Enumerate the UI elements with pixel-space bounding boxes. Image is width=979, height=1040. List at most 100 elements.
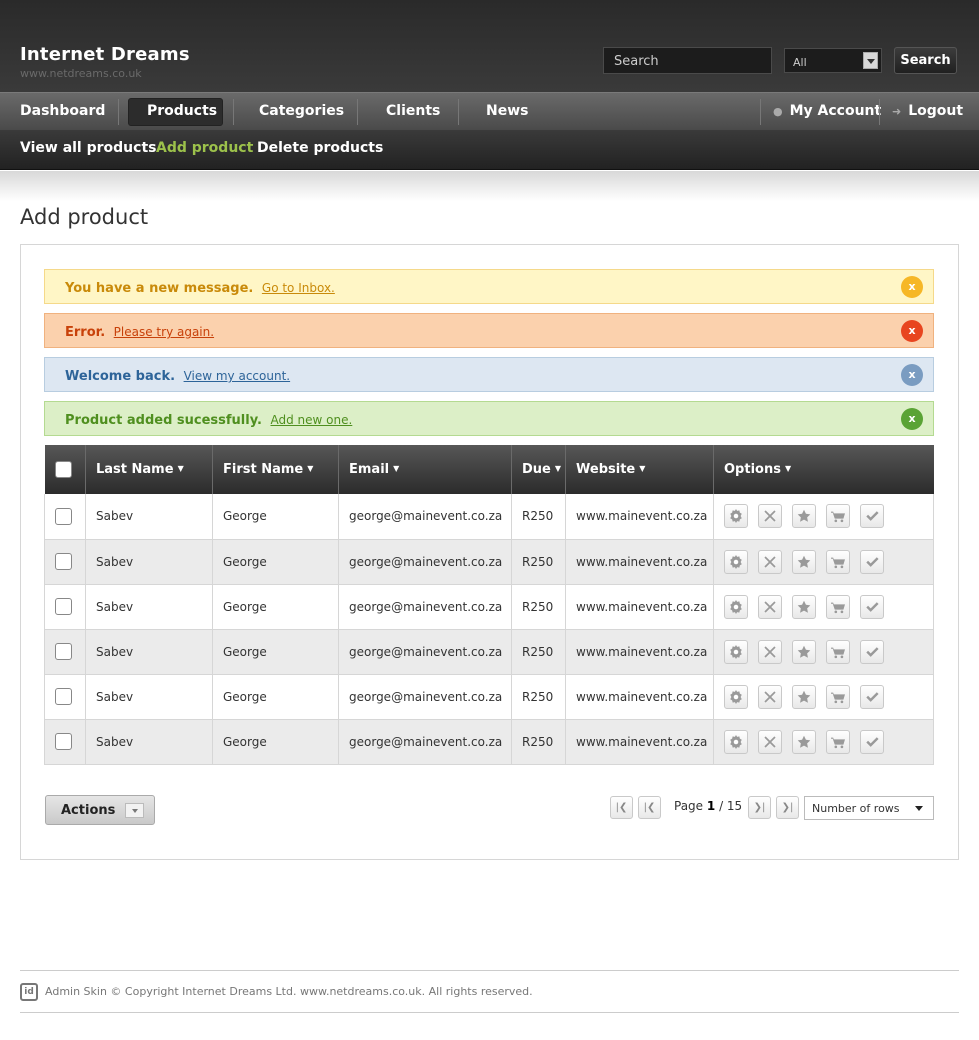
cell-first-name: George	[212, 584, 339, 630]
check-button[interactable]	[860, 549, 884, 574]
gear-button[interactable]	[724, 639, 748, 664]
subnav-add-product[interactable]: Add product	[156, 130, 253, 168]
last-page-icon: ❯|	[781, 802, 794, 813]
check-button[interactable]	[860, 504, 884, 529]
cell-website: www.mainevent.co.za	[565, 719, 714, 765]
rows-per-page-select[interactable]: Number of rows	[804, 796, 934, 820]
gear-button[interactable]	[724, 684, 748, 709]
cell-due: R250	[511, 719, 566, 765]
star-button[interactable]	[792, 684, 816, 709]
cell-email: george@mainevent.co.za	[338, 539, 512, 585]
check-button[interactable]	[860, 594, 884, 619]
cart-button[interactable]	[826, 504, 850, 529]
gear-button[interactable]	[724, 594, 748, 619]
column-website[interactable]: Website ▼	[565, 445, 714, 494]
column-email[interactable]: Email ▼	[338, 445, 512, 494]
delete-button[interactable]	[758, 729, 782, 754]
cell-email: george@mainevent.co.za	[338, 629, 512, 675]
close-icon[interactable]: x	[901, 276, 923, 298]
delete-button[interactable]	[758, 684, 782, 709]
next-page-button[interactable]: ❯|	[748, 796, 771, 819]
cell-last-name: Sabev	[85, 719, 213, 765]
subnav-view-all-products[interactable]: View all products	[20, 130, 156, 168]
check-button[interactable]	[860, 729, 884, 754]
cart-button[interactable]	[826, 684, 850, 709]
row-checkbox[interactable]	[55, 643, 72, 660]
check-button[interactable]	[860, 684, 884, 709]
cell-email: george@mainevent.co.za	[338, 494, 512, 540]
select-all-checkbox[interactable]	[54, 461, 72, 478]
star-button[interactable]	[792, 504, 816, 529]
search-scope-select[interactable]: All	[784, 48, 882, 73]
cell-due: R250	[511, 674, 566, 720]
cell-website: www.mainevent.co.za	[565, 674, 714, 720]
message-text: Welcome back.	[65, 369, 176, 384]
row-options	[724, 729, 933, 754]
gear-button[interactable]	[724, 504, 748, 529]
brand-subtitle: www.netdreams.co.uk	[20, 67, 142, 80]
star-button[interactable]	[792, 639, 816, 664]
prev-page-button[interactable]: |❮	[638, 796, 661, 819]
row-checkbox[interactable]	[55, 598, 72, 615]
gear-icon	[729, 734, 743, 749]
logout-link[interactable]: ➜ Logout	[892, 93, 963, 131]
row-checkbox[interactable]	[55, 688, 72, 705]
subnav-delete-products[interactable]: Delete products	[257, 130, 383, 168]
row-select-cell	[44, 584, 86, 630]
nav-clients[interactable]: Clients	[386, 93, 440, 131]
delete-button[interactable]	[758, 549, 782, 574]
nav-news[interactable]: News	[486, 93, 528, 131]
logout-label: Logout	[908, 103, 964, 119]
delete-button[interactable]	[758, 594, 782, 619]
cart-button[interactable]	[826, 639, 850, 664]
nav-divider	[760, 99, 761, 125]
column-due[interactable]: Due ▼	[511, 445, 566, 494]
my-account-link[interactable]: ● My Account	[773, 93, 881, 131]
try-again-link[interactable]: Please try again.	[114, 325, 214, 339]
check-button[interactable]	[860, 639, 884, 664]
row-checkbox[interactable]	[55, 507, 72, 525]
message-welcome: Welcome back. View my account. x	[44, 357, 934, 392]
column-options[interactable]: Options ▼	[713, 445, 934, 494]
star-button[interactable]	[792, 594, 816, 619]
row-checkbox[interactable]	[55, 733, 72, 750]
nav-categories[interactable]: Categories	[259, 93, 344, 131]
star-button[interactable]	[792, 729, 816, 754]
row-checkbox[interactable]	[55, 553, 72, 570]
close-icon[interactable]: x	[901, 364, 923, 386]
cart-button[interactable]	[826, 594, 850, 619]
star-button[interactable]	[792, 549, 816, 574]
check-icon	[865, 735, 879, 749]
cart-button[interactable]	[826, 549, 850, 574]
close-icon[interactable]: x	[901, 408, 923, 430]
search-input[interactable]: Search	[603, 47, 772, 74]
column-label: Options	[724, 462, 781, 477]
cell-first-name: George	[212, 629, 339, 675]
brand-title: Internet Dreams	[20, 44, 190, 65]
star-icon	[797, 600, 811, 614]
nav-divider	[879, 99, 880, 125]
last-page-button[interactable]: ❯|	[776, 796, 799, 819]
first-page-button[interactable]: |❮	[610, 796, 633, 819]
column-last-name[interactable]: Last Name ▼	[85, 445, 213, 494]
star-icon	[797, 735, 811, 749]
column-first-name[interactable]: First Name ▼	[212, 445, 339, 494]
close-icon[interactable]: x	[901, 320, 923, 342]
add-new-one-link[interactable]: Add new one.	[270, 413, 352, 427]
view-account-link[interactable]: View my account.	[184, 369, 291, 383]
nav-products[interactable]: Products	[147, 93, 217, 131]
cell-options	[713, 494, 934, 540]
search-button[interactable]: Search	[894, 47, 957, 74]
gear-button[interactable]	[724, 549, 748, 574]
delete-button[interactable]	[758, 639, 782, 664]
row-select-cell	[44, 494, 86, 540]
table-row: Sabev George george@mainevent.co.za R250 www…	[44, 719, 934, 765]
nav-dashboard[interactable]: Dashboard	[20, 93, 105, 131]
go-to-inbox-link[interactable]: Go to Inbox.	[262, 281, 335, 295]
message-text: Error.	[65, 325, 106, 340]
header-shadow	[0, 171, 979, 201]
cart-button[interactable]	[826, 729, 850, 754]
delete-button[interactable]	[758, 504, 782, 529]
actions-button[interactable]: Actions	[45, 795, 155, 825]
gear-button[interactable]	[724, 729, 748, 754]
